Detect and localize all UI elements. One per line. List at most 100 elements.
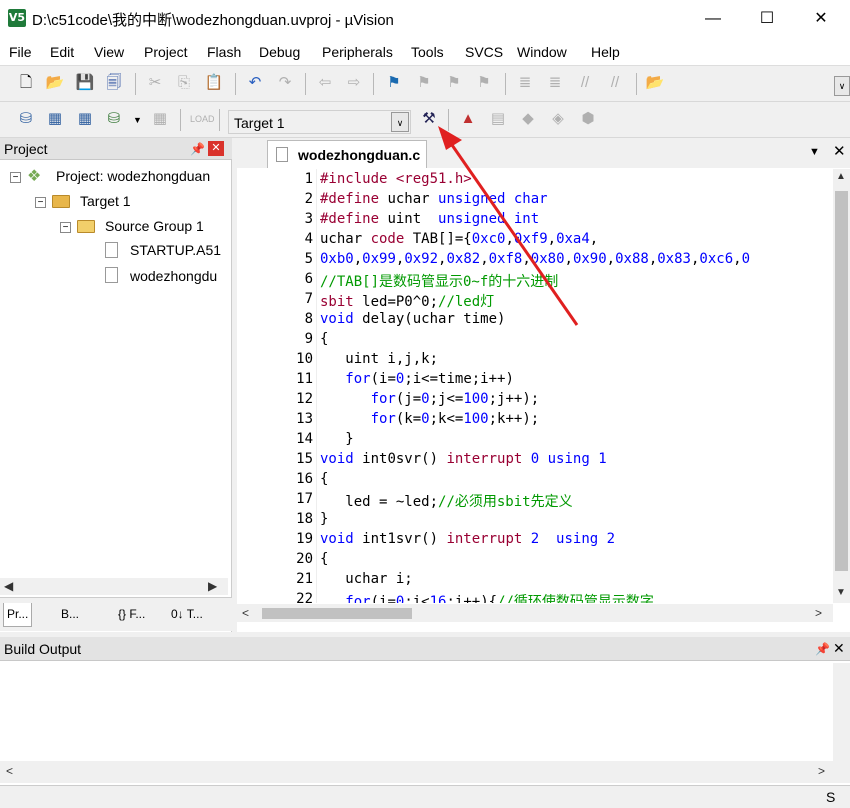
code-line: for(i=0;i<=time;i++)	[345, 371, 514, 387]
file-icon	[105, 242, 118, 258]
close-button[interactable]: ✕	[790, 0, 850, 38]
cut-icon[interactable]: ✂	[145, 73, 165, 93]
options-for-target-icon[interactable]: ⚒	[419, 109, 439, 129]
tree-target[interactable]: Target 1	[80, 193, 131, 209]
menu-file[interactable]: File	[9, 44, 32, 60]
menu-svcs[interactable]: SVCS	[465, 44, 503, 60]
collapse-icon[interactable]: −	[35, 197, 46, 208]
collapse-icon[interactable]: −	[10, 172, 21, 183]
scroll-down-icon[interactable]: ▼	[836, 587, 846, 598]
code-area[interactable]: 1 2 3 4 5 6 7 8 9 10 11 12 13 14 15 16 1…	[237, 169, 833, 603]
component-icon[interactable]: ⬢	[578, 109, 598, 129]
project-pane: Project 📌 ✕ − ❖ Project: wodezhongduan −…	[0, 138, 232, 632]
tab-project[interactable]: Pr...	[3, 603, 33, 627]
clear-bookmarks-icon[interactable]: ⚑	[474, 73, 494, 93]
pin-icon[interactable]: 📌	[815, 642, 830, 656]
menu-debug[interactable]: Debug	[259, 44, 300, 60]
line-number: 15	[296, 451, 313, 467]
scroll-left-icon[interactable]: <	[6, 764, 13, 778]
maximize-button[interactable]: ☐	[736, 0, 798, 38]
scroll-left-icon[interactable]: <	[242, 606, 249, 620]
save-icon[interactable]: 💾	[75, 73, 95, 93]
comment-icon[interactable]: //	[575, 73, 595, 93]
prev-bookmark-icon[interactable]: ⚑	[414, 73, 434, 93]
line-number: 22	[296, 591, 313, 603]
find-in-files-icon[interactable]: 📂	[645, 73, 665, 93]
close-pane-icon[interactable]: ✕	[833, 640, 845, 657]
navigate-forward-icon[interactable]: ⇨	[344, 73, 364, 93]
toolbar-overflow-icon[interactable]: ∨	[834, 76, 850, 96]
scroll-left-icon[interactable]: ◀	[4, 579, 13, 593]
close-pane-icon[interactable]: ✕	[208, 141, 224, 156]
scroll-right-icon[interactable]: >	[815, 606, 822, 620]
translate-icon[interactable]: ⛁	[16, 109, 36, 129]
tree-group[interactable]: Source Group 1	[105, 218, 204, 234]
target-select[interactable]: Target 1 ∨	[228, 110, 411, 134]
paste-icon[interactable]: 📋	[204, 73, 224, 93]
copy-icon[interactable]: ⎘	[174, 73, 194, 93]
rebuild-icon[interactable]: ▦	[75, 109, 95, 129]
tree-file-startup[interactable]: STARTUP.A51	[130, 242, 221, 258]
editor-hscrollbar[interactable]: < >	[237, 604, 833, 622]
hscroll-thumb[interactable]	[262, 608, 412, 619]
pack-installer-icon[interactable]: ◈	[548, 109, 568, 129]
uncomment-icon[interactable]: //	[605, 73, 625, 93]
tab-main-c[interactable]: wodezhongduan.c	[267, 140, 427, 168]
manage-project-items-icon[interactable]: ▲	[458, 109, 478, 129]
navigate-back-icon[interactable]: ⇦	[315, 73, 335, 93]
menu-bar: File Edit View Project Flash Debug Perip…	[0, 38, 850, 66]
indent-icon[interactable]: ≣	[515, 73, 535, 93]
menu-project[interactable]: Project	[144, 44, 188, 60]
menu-edit[interactable]: Edit	[50, 44, 74, 60]
open-folder-icon[interactable]: 📂	[45, 73, 65, 93]
build-icon[interactable]: ▦	[45, 109, 65, 129]
tree-project[interactable]: Project: wodezhongduan	[56, 168, 210, 184]
chevron-down-icon[interactable]: ∨	[391, 112, 409, 132]
scroll-right-icon[interactable]: >	[818, 764, 825, 778]
tab-books[interactable]: B...	[58, 603, 82, 627]
menu-window[interactable]: Window	[517, 44, 567, 60]
menu-tools[interactable]: Tools	[411, 44, 444, 60]
line-number: 8	[304, 311, 313, 327]
build-hscrollbar[interactable]: < >	[0, 761, 850, 783]
menu-flash[interactable]: Flash	[207, 44, 241, 60]
code-line: for(i=0;i<16;i++){//循环使数码管显示数字	[345, 594, 654, 603]
menu-help[interactable]: Help	[591, 44, 620, 60]
close-tab-icon[interactable]: ✕	[833, 142, 846, 160]
project-hscrollbar[interactable]: ◀ ▶	[0, 578, 228, 595]
scroll-right-icon[interactable]: ▶	[208, 579, 217, 593]
batch-build-icon[interactable]: ⛁	[104, 109, 124, 129]
menu-view[interactable]: View	[94, 44, 124, 60]
scroll-up-icon[interactable]: ▲	[836, 171, 846, 182]
save-all-icon[interactable]: 🗐	[104, 73, 124, 93]
code-line: led = ~led;//必须用sbit先定义	[320, 494, 573, 510]
target-select-value: Target 1	[234, 115, 285, 131]
minimize-button[interactable]: —	[682, 0, 744, 38]
unindent-icon[interactable]: ≣	[545, 73, 565, 93]
new-file-icon[interactable]: 🗋	[16, 73, 36, 93]
pin-icon[interactable]: 📌	[190, 142, 205, 156]
bookmark-icon[interactable]: ⚑	[384, 73, 404, 93]
code-line: {	[320, 471, 329, 487]
collapse-icon[interactable]: −	[60, 222, 71, 233]
window-title: D:\c51code\我的中断\wodezhongduan.uvproj - µ…	[32, 12, 394, 29]
tab-templates[interactable]: 0↓ T...	[168, 603, 206, 627]
redo-icon[interactable]: ↷	[275, 73, 295, 93]
menu-peripherals[interactable]: Peripherals	[322, 44, 393, 60]
batch-dropdown-icon[interactable]: ▼	[133, 115, 142, 125]
editor-vscrollbar[interactable]: ▲ ▼	[833, 169, 850, 603]
build-vscrollbar[interactable]	[833, 663, 850, 761]
next-bookmark-icon[interactable]: ⚑	[444, 73, 464, 93]
select-software-packs-icon[interactable]: ▤	[488, 109, 508, 129]
file-toolbar: 🗋 📂 💾 🗐 ✂ ⎘ 📋 ↶ ↷ ⇦ ⇨ ⚑ ⚑ ⚑ ⚑ ≣ ≣ // // …	[0, 67, 850, 102]
tab-functions[interactable]: {} F...	[115, 603, 148, 627]
undo-icon[interactable]: ↶	[245, 73, 265, 93]
stop-build-icon[interactable]: ▦	[150, 109, 170, 129]
vscroll-thumb[interactable]	[835, 191, 848, 571]
manage-run-time-icon[interactable]: ◆	[518, 109, 538, 129]
tab-list-dropdown-icon[interactable]: ▼	[809, 146, 820, 158]
code-line: uint i,j,k;	[320, 351, 439, 367]
download-load-icon[interactable]: LOAD	[190, 109, 215, 129]
tree-file-main[interactable]: wodezhongdu	[130, 268, 217, 284]
code-line: //TAB[]是数码管显示0~f的十六进制	[320, 274, 559, 290]
